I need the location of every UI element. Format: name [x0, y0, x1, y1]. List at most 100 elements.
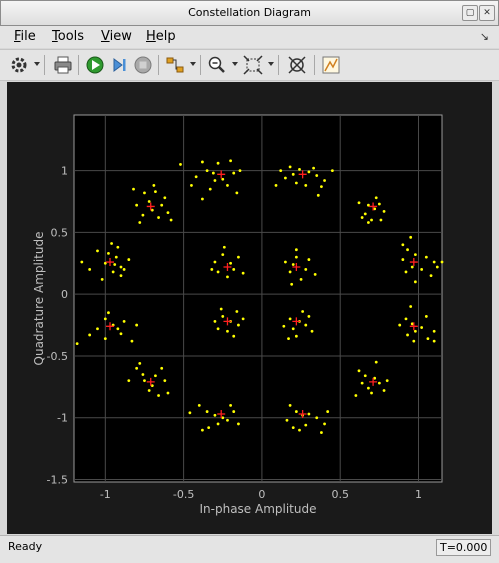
- received-point: [413, 253, 417, 257]
- status-text: Ready: [8, 540, 43, 553]
- received-point: [288, 165, 292, 169]
- received-point: [420, 268, 424, 271]
- received-point: [301, 310, 305, 313]
- received-point: [367, 221, 370, 224]
- received-point: [304, 423, 308, 427]
- received-point: [363, 374, 367, 378]
- close-window-button[interactable]: ✕: [479, 5, 495, 21]
- received-point: [287, 337, 290, 341]
- received-point: [122, 268, 126, 271]
- received-point: [312, 166, 315, 170]
- received-point: [147, 389, 151, 392]
- received-point: [107, 311, 110, 315]
- received-point: [213, 413, 217, 417]
- received-point: [291, 172, 295, 176]
- run-icon[interactable]: [84, 54, 106, 76]
- received-point: [401, 258, 405, 261]
- received-point: [406, 333, 409, 337]
- received-point: [279, 169, 283, 173]
- received-point: [238, 169, 242, 173]
- x-tick-label: 0.5: [331, 488, 349, 501]
- received-point: [111, 270, 115, 274]
- received-point: [222, 245, 226, 249]
- received-point: [307, 170, 311, 174]
- received-point: [288, 317, 292, 321]
- received-point: [160, 366, 164, 370]
- received-point: [382, 389, 386, 392]
- plot-area: -1 -0.5 0 0.5 1 -1.5 -1 -0.5 0 0.5 1 In-phase Ampli…: [7, 82, 492, 534]
- received-point: [374, 196, 378, 200]
- received-point: [232, 334, 236, 338]
- received-point: [420, 326, 424, 329]
- received-point: [354, 394, 358, 397]
- received-point: [127, 258, 131, 261]
- received-point: [282, 324, 286, 328]
- toolbar-separator: [44, 55, 45, 75]
- x-tick-label: -1: [100, 488, 111, 501]
- menu-tools[interactable]: Tools: [52, 29, 84, 44]
- zoom-dropdown-icon[interactable]: [232, 62, 238, 66]
- received-point: [96, 327, 99, 331]
- received-point: [130, 339, 134, 343]
- print-icon[interactable]: [52, 54, 74, 76]
- received-point: [432, 329, 436, 333]
- received-point: [357, 369, 361, 373]
- received-point: [323, 422, 326, 426]
- constellation-plot[interactable]: -1 -0.5 0 0.5 1 -1.5 -1 -0.5 0 0.5 1 In-phase Ampli…: [7, 82, 492, 534]
- received-point: [160, 203, 164, 207]
- received-point: [221, 253, 225, 257]
- received-point: [406, 248, 409, 252]
- x-tick-label: 0: [258, 488, 265, 501]
- received-point: [237, 323, 240, 327]
- received-point: [88, 268, 92, 271]
- highlight-dropdown-icon[interactable]: [190, 62, 196, 66]
- received-point: [299, 277, 303, 281]
- received-point: [100, 277, 104, 281]
- restore-window-button[interactable]: ▢: [462, 5, 478, 21]
- received-point: [326, 410, 330, 413]
- received-point: [284, 176, 287, 180]
- x-axis-label: In-phase Amplitude: [200, 502, 317, 516]
- received-point: [288, 270, 292, 274]
- style-icon[interactable]: [320, 54, 342, 76]
- received-point: [307, 412, 311, 416]
- settings-dropdown-icon[interactable]: [34, 62, 40, 66]
- received-point: [211, 171, 215, 175]
- y-tick-label: 0: [61, 288, 68, 301]
- received-point: [401, 243, 405, 247]
- received-point: [294, 181, 298, 185]
- received-point: [208, 187, 212, 191]
- received-point: [291, 263, 295, 266]
- dock-arrow-icon[interactable]: ↘: [480, 30, 489, 43]
- received-point: [370, 391, 373, 395]
- received-point: [169, 218, 173, 222]
- step-icon[interactable]: [108, 54, 130, 76]
- received-point: [119, 265, 123, 269]
- received-point: [235, 310, 239, 313]
- received-point: [166, 391, 170, 395]
- autoscale-icon[interactable]: [242, 54, 264, 76]
- received-point: [432, 339, 436, 343]
- y-tick-label: -1.5: [47, 474, 68, 487]
- zoom-icon[interactable]: [206, 54, 228, 76]
- received-point: [80, 260, 84, 264]
- menu-file[interactable]: File: [14, 29, 36, 44]
- received-point: [157, 216, 160, 219]
- received-point: [424, 315, 428, 318]
- received-point: [382, 209, 386, 213]
- stop-icon[interactable]: [132, 54, 154, 76]
- menu-view[interactable]: View: [101, 29, 132, 44]
- settings-icon[interactable]: [8, 54, 30, 76]
- received-point: [179, 163, 182, 166]
- received-point: [307, 258, 311, 261]
- menu-help[interactable]: Help: [146, 29, 176, 44]
- received-point: [135, 366, 139, 370]
- received-point: [96, 249, 99, 253]
- autoscale-dropdown-icon[interactable]: [268, 62, 274, 66]
- received-point: [360, 216, 364, 219]
- received-point: [103, 337, 107, 341]
- received-point: [205, 410, 209, 413]
- highlight-icon[interactable]: [164, 54, 186, 76]
- received-point: [226, 418, 229, 422]
- cursors-icon[interactable]: [286, 54, 308, 76]
